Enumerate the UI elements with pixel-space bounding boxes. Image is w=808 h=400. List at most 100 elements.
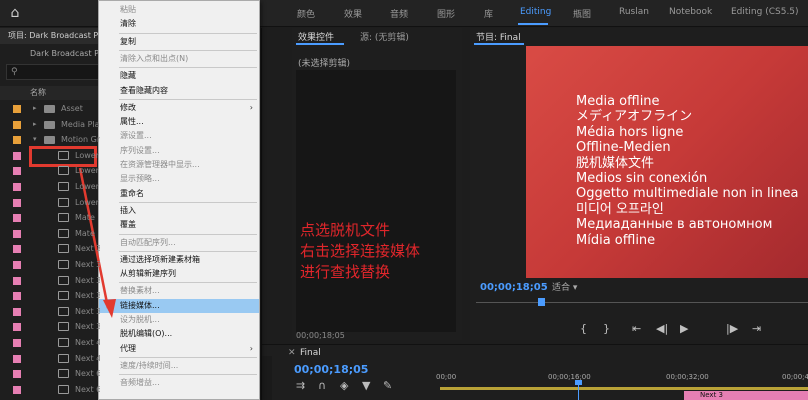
timeline-timecode[interactable]: 00;00;18;05 — [294, 363, 368, 376]
workspace-tab[interactable]: Editing — [520, 7, 551, 17]
menu-item[interactable]: 属性... — [99, 115, 259, 129]
list-item[interactable]: Next 3 — [0, 241, 100, 256]
list-item[interactable]: Lower — [0, 148, 100, 163]
workspace-tab[interactable]: Notebook — [669, 7, 712, 17]
list-item[interactable]: Next 4 — [0, 351, 100, 366]
label-color-swatch[interactable] — [13, 354, 21, 363]
tab-effect-controls[interactable]: 效果控件 — [298, 30, 334, 43]
list-item[interactable]: Next 6 — [0, 366, 100, 381]
workspace-tab[interactable]: Ruslan — [619, 7, 649, 17]
menu-item[interactable]: 音频增益... — [99, 376, 259, 390]
menu-item[interactable]: 显示预略... — [99, 172, 259, 186]
list-item[interactable]: Next 3 — [0, 288, 100, 303]
label-color-swatch[interactable] — [13, 370, 21, 379]
list-item[interactable]: Lower — [0, 163, 100, 178]
label-color-swatch[interactable] — [13, 136, 21, 145]
list-item[interactable]: Next 3 — [0, 273, 100, 288]
list-item[interactable]: Next 6 — [0, 382, 100, 397]
list-item[interactable]: Mate — [0, 210, 100, 225]
transport-button[interactable]: ⇤ — [632, 322, 641, 335]
transport-button[interactable]: |▶ — [726, 322, 738, 335]
timeline-playhead[interactable] — [578, 384, 579, 400]
menu-item[interactable]: 从剪辑新建序列 — [99, 267, 259, 281]
sequence-tab[interactable]: Final — [300, 348, 321, 358]
wrench-icon[interactable]: ✎ — [383, 379, 392, 392]
timeline-clip[interactable]: Next 3 — [684, 391, 808, 400]
menu-item[interactable]: 重命名 — [99, 187, 259, 201]
home-icon[interactable]: ⌂ — [6, 5, 24, 21]
transport-button[interactable]: { — [580, 322, 587, 335]
menu-item[interactable]: 序列设置... — [99, 144, 259, 158]
label-color-swatch[interactable] — [13, 105, 21, 113]
list-item[interactable]: ▸ Asset — [0, 101, 100, 116]
menu-item[interactable]: 脱机编辑(O)... — [99, 327, 259, 341]
program-timecode[interactable]: 00;00;18;05 — [480, 282, 548, 293]
list-item[interactable]: Lower — [0, 195, 100, 210]
workspace-tab[interactable]: 效果 — [344, 7, 362, 20]
menu-item[interactable]: 替换素材... — [99, 284, 259, 298]
list-item[interactable]: ▸ Media Place — [0, 117, 100, 132]
list-item[interactable]: Mate — [0, 226, 100, 241]
label-color-swatch[interactable] — [13, 167, 21, 176]
work-area-bar[interactable] — [440, 387, 808, 390]
list-item[interactable]: Next 4 — [0, 335, 100, 350]
transport-button[interactable]: ⇥ — [752, 322, 761, 335]
workspace-tab[interactable]: 颜色 — [297, 7, 315, 20]
menu-item[interactable]: 粘贴 — [99, 3, 259, 17]
close-icon[interactable]: ✕ — [288, 348, 296, 358]
menu-item[interactable]: 源设置... — [99, 129, 259, 143]
list-item[interactable]: Next 3 — [0, 257, 100, 272]
menu-item[interactable]: 插入 — [99, 204, 259, 218]
workspace-tab[interactable]: 瓶图 — [573, 7, 591, 20]
menu-item[interactable]: 链接媒体... — [99, 298, 259, 313]
label-color-swatch[interactable] — [13, 151, 21, 160]
label-color-swatch[interactable] — [13, 292, 21, 301]
transport-button[interactable]: ▶ — [680, 322, 688, 335]
menu-item[interactable]: 查看隐藏内容 — [99, 84, 259, 98]
label-color-swatch[interactable] — [13, 183, 21, 191]
menu-item[interactable]: 在资源管理器中显示... — [99, 158, 259, 172]
list-item[interactable]: Lower — [0, 179, 100, 194]
label-color-swatch[interactable] — [13, 120, 21, 129]
menu-item[interactable]: 自动匹配序列... — [99, 236, 259, 250]
menu-item[interactable]: 清除入点和出点(N) — [99, 52, 259, 66]
magnet-icon[interactable]: ∩ — [318, 379, 326, 392]
linked-selection-icon[interactable]: ◈ — [340, 379, 348, 392]
zoom-fit-select[interactable]: 适合 ▾ — [552, 282, 596, 295]
label-color-swatch[interactable] — [13, 245, 21, 254]
workspace-tab[interactable]: 音频 — [390, 7, 408, 20]
program-scrub-bar[interactable] — [476, 302, 808, 303]
label-color-swatch[interactable] — [13, 339, 21, 347]
project-search-input[interactable]: ⚲ — [6, 64, 100, 80]
program-monitor-title[interactable]: 节目: Final — [476, 30, 521, 43]
label-color-swatch[interactable] — [13, 261, 21, 269]
list-item[interactable]: ▾ Motion Gra — [0, 132, 100, 147]
label-color-swatch[interactable] — [13, 323, 21, 332]
menu-item[interactable]: 复制 — [99, 35, 259, 49]
transport-button[interactable]: } — [603, 322, 610, 335]
program-playhead[interactable] — [538, 298, 545, 306]
menu-item[interactable]: 覆盖 — [99, 218, 259, 232]
label-color-swatch[interactable] — [13, 214, 21, 223]
workspace-tab[interactable]: 库 — [484, 7, 493, 20]
transport-button[interactable]: ◀| — [656, 322, 668, 335]
menu-item[interactable]: 通过选择项新建素材箱 — [99, 253, 259, 267]
snap-icon[interactable]: ⇉ — [296, 379, 305, 392]
list-item[interactable]: Next 3 — [0, 319, 100, 334]
label-color-swatch[interactable] — [13, 198, 21, 207]
name-column-header[interactable]: 名称 — [0, 86, 100, 100]
label-color-swatch[interactable] — [13, 276, 21, 285]
project-tab[interactable]: 项目: Dark Broadcast Pack — [0, 28, 100, 44]
marker-icon[interactable]: ▼ — [362, 379, 370, 392]
menu-item[interactable]: 代理 › — [99, 342, 259, 356]
label-color-swatch[interactable] — [13, 229, 21, 238]
menu-item[interactable]: 速度/持续时间... — [99, 359, 259, 373]
menu-item[interactable]: 隐藏 — [99, 69, 259, 83]
chevron-right-icon[interactable]: ▸ — [33, 101, 37, 116]
label-color-swatch[interactable] — [13, 385, 21, 394]
chevron-right-icon[interactable]: ▸ — [33, 117, 37, 132]
workspace-tab[interactable]: Editing (CS5.5) — [731, 7, 799, 17]
label-color-swatch[interactable] — [13, 307, 21, 316]
list-item[interactable]: Next 3 — [0, 304, 100, 319]
tab-source[interactable]: 源: (无剪辑) — [360, 30, 409, 43]
